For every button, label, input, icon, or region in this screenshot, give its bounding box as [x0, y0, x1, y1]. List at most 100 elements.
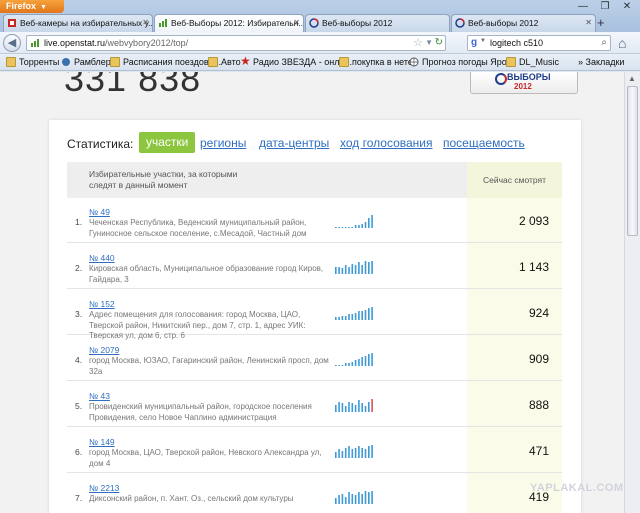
sparkline-bar — [371, 307, 373, 320]
sparkline-bar — [344, 265, 347, 274]
sparkline-bar — [344, 227, 347, 228]
vertical-scrollbar[interactable]: ▲ — [624, 72, 640, 513]
sparkline-bar — [361, 448, 363, 458]
sparkline-bar — [368, 402, 370, 412]
total-viewers-counter: 331 838 — [64, 72, 202, 99]
close-window-icon[interactable]: ✕ — [616, 0, 638, 14]
stats-label: Статистика: — [67, 137, 134, 151]
firefox-menu-button[interactable]: Firefox ▼ — [0, 0, 64, 13]
search-bar[interactable]: g▼ ⌕ — [467, 35, 611, 51]
sparkline-bar — [351, 403, 354, 412]
sparkline-bar — [335, 227, 337, 228]
scrollbar-thumb[interactable] — [627, 86, 638, 236]
bookmark-label: Торренты — [19, 57, 60, 67]
bookmark-item[interactable]: Прогноз погоды Яро... — [409, 55, 514, 69]
sparkline-bar — [341, 227, 344, 228]
new-tab-button[interactable]: + — [597, 16, 605, 30]
bookmark-label: Рамблер — [74, 57, 111, 67]
station-link[interactable]: № 2213 — [89, 483, 119, 493]
sparkline-bar — [351, 227, 354, 228]
tab-uchastki-active[interactable]: участки — [139, 132, 196, 153]
bookmark-item[interactable]: Рамблер — [61, 55, 111, 69]
sparkline-bar — [338, 317, 340, 320]
minimize-icon[interactable]: — — [572, 0, 594, 14]
station-link[interactable]: № 2079 — [89, 345, 119, 355]
sparkline-bar — [358, 446, 360, 458]
history-dropdown-icon[interactable]: ▼ — [425, 36, 433, 50]
table-row: 4. № 2079 город Москва, ЮЗАО, Гагаринский … — [67, 336, 562, 381]
folder-icon — [339, 57, 349, 67]
tab-web-vybory-active[interactable]: Веб-Выборы 2012: Избирательн... ✕ — [154, 14, 304, 33]
close-tab-icon[interactable]: ✕ — [142, 15, 149, 31]
viewers-trend-sparkline — [335, 261, 373, 274]
close-tab-icon[interactable]: ✕ — [293, 15, 300, 31]
viewers-trend-sparkline — [335, 445, 373, 458]
station-link[interactable]: № 149 — [89, 437, 115, 447]
google-icon[interactable]: g — [471, 37, 477, 48]
search-input[interactable] — [490, 36, 590, 50]
station-link[interactable]: № 152 — [89, 299, 115, 309]
bookmarks-toolbar: Торренты Рамблер Расписания поездов, ...… — [0, 54, 640, 71]
sparkline-bar — [348, 446, 350, 458]
sparkline-bar — [348, 492, 350, 504]
sparkline-bar — [371, 445, 373, 458]
back-button[interactable]: ◀ — [3, 34, 21, 52]
viewer-count: 2 093 — [518, 214, 549, 228]
sparkline-bar — [371, 261, 373, 274]
tab-strip: Firefox ▼ — ❐ ✕ Веб-камеры на избирательн… — [0, 0, 640, 33]
webcam-site-icon — [8, 19, 16, 27]
sparkline-bar — [335, 317, 337, 320]
sparkline-bar — [341, 451, 344, 458]
bookmark-label: Расписания поездов, ... — [123, 57, 222, 67]
vybory-icon — [309, 18, 319, 28]
arrow-left-icon: ◀ — [7, 37, 17, 49]
sparkline-bar — [361, 311, 363, 320]
station-address: Провиденский муниципальный район, городс… — [89, 402, 312, 422]
maximize-icon[interactable]: ❐ — [594, 0, 616, 14]
tab-poseshchaemost[interactable]: посещаемость — [443, 136, 525, 150]
home-icon[interactable]: ⌂ — [618, 34, 626, 52]
sparkline-bar — [348, 363, 350, 366]
bookmark-item[interactable]: ★ Радио ЗВЕЗДА - онла... — [240, 55, 352, 69]
url-text[interactable]: live.openstat.ru/webvybory2012/top/ — [44, 36, 188, 50]
sparkline-bar — [354, 448, 357, 458]
bookmarks-menu[interactable]: » Закладки — [578, 55, 624, 69]
tab-webcams[interactable]: Веб-камеры на избирательных у... ✕ — [3, 14, 153, 32]
bookmark-item[interactable]: Авто — [208, 55, 241, 69]
station-link[interactable]: № 49 — [89, 207, 110, 217]
tab-regiony[interactable]: регионы — [200, 136, 246, 150]
tab-data-centry[interactable]: дата-центры — [259, 136, 329, 150]
sparkline-bar — [338, 402, 340, 412]
reload-icon[interactable]: ↻ — [435, 36, 443, 50]
station-link[interactable]: № 440 — [89, 253, 115, 263]
bookmark-item[interactable]: покупка в нете — [339, 55, 413, 69]
station-link[interactable]: № 43 — [89, 391, 110, 401]
sparkline-bar — [344, 448, 347, 458]
sparkline-bar — [361, 357, 363, 366]
bookmark-label: DL_Music — [519, 57, 560, 67]
bookmark-label: Авто — [221, 57, 241, 67]
openstat-icon — [159, 19, 167, 27]
bookmark-item[interactable]: Расписания поездов, ... — [110, 55, 221, 69]
table-row: 6. № 149 город Москва, ЦАО, Тверской район… — [67, 428, 562, 473]
bookmark-star-icon[interactable]: ☆ — [413, 36, 423, 50]
sparkline-bar — [348, 267, 350, 274]
sparkline-bar — [351, 362, 354, 366]
chevron-down-icon[interactable]: ▼ — [480, 38, 486, 44]
tab-hod-golosovaniya[interactable]: ход голосования — [340, 136, 433, 150]
scroll-up-icon[interactable]: ▲ — [628, 74, 636, 83]
close-tab-icon[interactable]: ✕ — [585, 15, 592, 31]
star-icon: ★ — [240, 54, 251, 68]
sparkline-bar — [358, 225, 360, 228]
vybory-2012-logo[interactable]: ВЫБОРЫ 2012 — [470, 72, 578, 94]
sparkline-bar — [351, 314, 354, 320]
address-bar[interactable]: live.openstat.ru/webvybory2012/top/ ☆ ▼ … — [26, 35, 446, 51]
tab-web-vybory-3[interactable]: Веб-выборы 2012 ✕ — [451, 14, 596, 32]
viewer-count: 1 143 — [518, 260, 549, 274]
search-icon[interactable]: ⌕ — [601, 36, 607, 50]
tab-web-vybory-2[interactable]: Веб-выборы 2012 — [305, 14, 450, 32]
sparkline-bar — [368, 446, 370, 458]
bookmark-item[interactable]: Торренты — [6, 55, 59, 69]
sparkline-bar — [364, 449, 367, 458]
bookmark-item[interactable]: DL_Music — [506, 55, 559, 69]
